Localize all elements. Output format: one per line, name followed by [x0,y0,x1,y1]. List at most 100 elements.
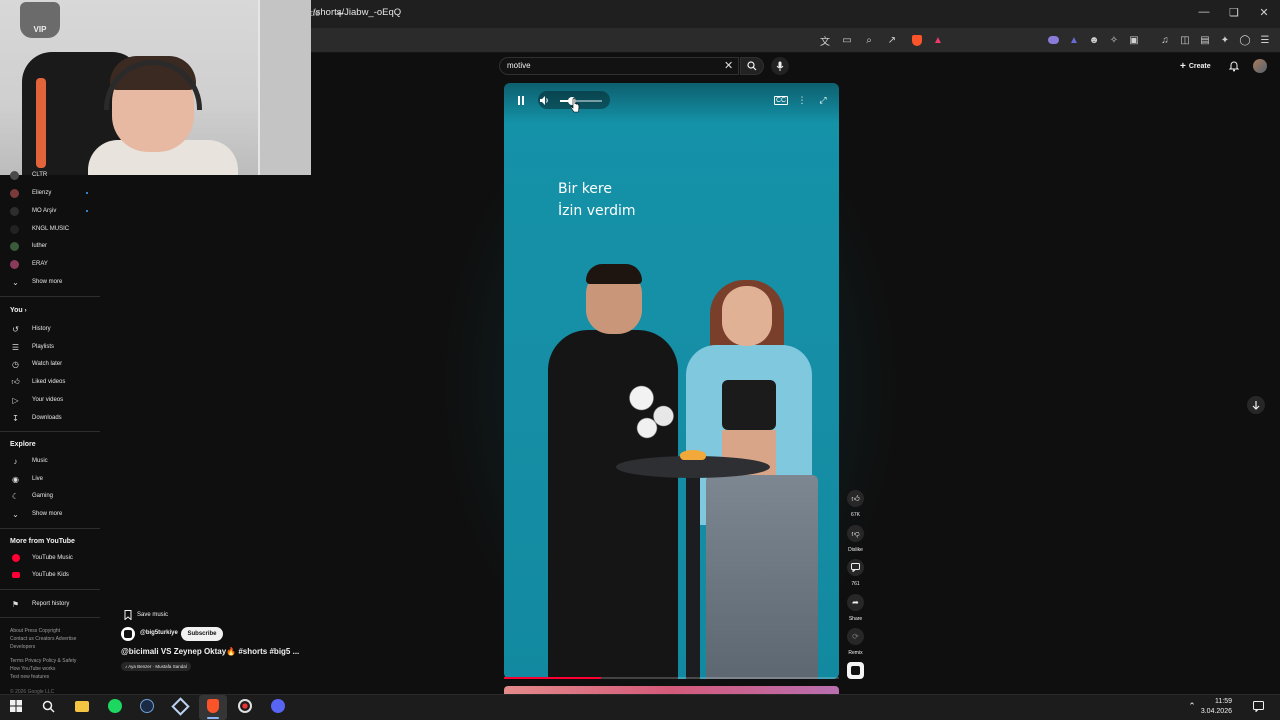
account-avatar[interactable] [1253,59,1267,73]
next-short-button[interactable] [1247,396,1265,414]
search-query[interactable]: motive [507,61,531,70]
extensions-puzzle-icon[interactable]: ✧ [1107,33,1121,47]
recorder-app-icon[interactable] [236,697,254,715]
notification-center-icon[interactable] [1249,697,1267,715]
share-page-icon[interactable]: ↗ [885,33,899,47]
sidebar-item-you[interactable]: ↺ History [0,321,100,337]
footer-links[interactable]: Contact us Creators Advertise [10,635,100,643]
footer-links[interactable]: Terms Privacy Policy & Safety [10,657,100,665]
taskbar-clock[interactable]: 11:59 3.04.2026 [1198,697,1232,717]
cast-icon[interactable]: ▭ [840,33,854,47]
sidebar-item-you[interactable]: 👍︎ Liked videos [0,374,100,390]
playlist-icon: ☰ [11,342,20,352]
brave-shield-icon[interactable] [910,33,924,47]
zoom-icon[interactable]: ⌕ [862,33,876,47]
channel-avatar[interactable] [121,627,135,641]
sidebar-divider [0,431,100,432]
like-button[interactable]: 👍︎ [847,490,864,507]
you-heading[interactable]: You › [10,307,27,314]
clear-search-icon[interactable]: ✕ [724,59,733,72]
network-app-icon[interactable] [170,696,190,716]
show-more-explore[interactable]: ⌄ Show more [0,506,100,522]
file-explorer-icon[interactable] [73,697,91,715]
footer-links[interactable]: How YouTube works [10,665,100,673]
sidebar-item-you[interactable]: ↧ Downloads [0,410,100,426]
channel-avatar-small [10,241,19,251]
sidebar-item-explore[interactable]: ◉ Live [0,471,100,487]
spotify-icon[interactable] [106,697,124,715]
sidebar-item-you[interactable]: ◷ Watch later [0,356,100,372]
sound-thumbnail[interactable] [847,662,864,679]
channel-handle[interactable]: @big5turkiye [140,630,178,636]
share-button[interactable]: ➦ [847,594,864,611]
save-music-button[interactable]: Save music [124,610,168,620]
brave-browser-icon[interactable] [204,697,222,715]
sidebar-item-you[interactable]: ▷ Your videos [0,392,100,408]
discord-icon[interactable] [269,697,287,715]
sidebar-item-explore[interactable]: ☾ Gaming [0,488,100,504]
subscription-item[interactable]: KNGL MUSIC [0,221,100,237]
subscription-item[interactable]: CLTR [0,167,100,183]
notifications-bell-icon[interactable] [1228,60,1240,72]
next-short-preview[interactable] [504,686,839,694]
sidebar-item-label: Watch later [32,361,63,367]
translate-icon[interactable]: 文 [818,33,832,48]
taskbar-search-icon[interactable] [39,697,57,715]
comment-icon [851,563,860,572]
minimize-icon[interactable]: — [1196,6,1212,18]
close-window-icon[interactable]: ✕ [1256,6,1272,19]
more-options-icon[interactable]: ⋮ [794,92,810,108]
remix-button[interactable]: ⟳ [847,628,864,645]
sidebar-item-more[interactable]: YouTube Music [0,550,100,566]
sidebar-item-label: Your videos [32,397,64,403]
wallet-icon[interactable]: ▤ [1198,33,1212,47]
volume-icon[interactable] [537,92,553,108]
brave-rewards-icon[interactable]: ▲ [931,33,945,47]
subscription-item[interactable]: ERAY [0,256,100,272]
captions-button[interactable]: CC [773,92,789,108]
report-history-item[interactable]: ⚑ Report history [0,596,100,612]
screenshot-icon[interactable]: ▣ [1127,33,1141,47]
music-chip[interactable]: ♪ Aya Benzer · Mustafa Sandal [121,662,191,671]
chevron-right-icon: › [24,308,27,314]
dislike-label: Dislike [848,547,863,553]
show-more-subscriptions[interactable]: ⌄ Show more [0,274,100,290]
footer-links[interactable]: Developers [10,643,100,651]
subscription-label: MO Arşiv [32,208,57,214]
extension-face-icon[interactable]: ☻ [1087,33,1101,47]
menu-icon[interactable]: ☰ [1258,33,1272,47]
subscription-item[interactable]: luther [0,238,100,254]
search-button[interactable] [740,57,764,75]
pause-button[interactable] [513,92,529,108]
sidebar-toggle-icon[interactable]: ◫ [1178,33,1192,47]
steam-icon[interactable] [138,697,156,715]
fullscreen-icon[interactable]: ⤢ [815,92,831,108]
short-title[interactable]: @bicimali VS Zeynep Oktay🔥 #shorts #big5… [121,647,299,656]
sidebar-item-label: Music [32,458,48,464]
subscribe-button[interactable]: Subscribe [181,627,223,641]
search-input[interactable] [499,57,739,75]
sidebar-item-you[interactable]: ☰ Playlists [0,339,100,355]
sidebar-item-more[interactable]: YouTube Kids [0,567,100,583]
voice-search-button[interactable] [771,57,789,75]
url-text[interactable]: /shorts/Jiabw_-oEqQ [313,7,401,18]
extension-leaf-icon[interactable]: ▲ [1067,33,1081,47]
media-controls-icon[interactable]: ♫ [1158,33,1172,47]
play-box-icon: ▷ [12,395,19,405]
comments-button[interactable] [847,559,864,576]
subscription-item[interactable]: MO Arşiv [0,203,100,219]
footer-links[interactable]: About Press Copyright [10,627,100,635]
windows-start-icon[interactable] [7,697,25,715]
sidebar-item-explore[interactable]: ♪ Music [0,453,100,469]
subscription-item[interactable]: Elienzy [0,185,100,201]
vpn-shield-icon[interactable]: ◯ [1238,33,1252,47]
create-button[interactable]: + Create [1180,59,1211,73]
leo-ai-icon[interactable]: ✦ [1218,33,1232,47]
footer-links[interactable]: Test new features [10,673,100,681]
dislike-button[interactable]: 👎︎ [847,525,864,542]
sidebar-item-label: YouTube Kids [32,572,69,578]
extension-mask-icon[interactable] [1046,33,1060,47]
restore-icon[interactable]: ❏ [1226,6,1242,19]
you-heading-label: You [10,307,23,314]
history-icon: ↺ [12,324,19,334]
